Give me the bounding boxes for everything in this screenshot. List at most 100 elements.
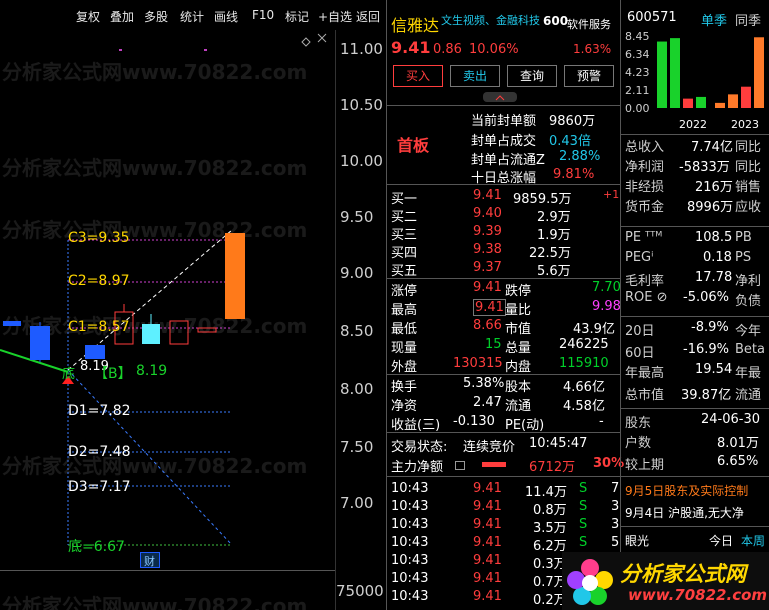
- news-item[interactable]: 9月4日 沪股通,无大净: [625, 504, 744, 521]
- fin-label: ROE ⊘: [625, 290, 668, 305]
- collapse-toggle[interactable]: [483, 92, 517, 102]
- fin-label: 年最高: [625, 366, 665, 381]
- divider: [621, 408, 769, 409]
- bid-row[interactable]: 买一 9.41 9859.5万 +1: [387, 188, 621, 207]
- stat-value: 9.41: [473, 299, 506, 316]
- fin-row: 净利润 -5833万 同比: [621, 156, 769, 176]
- toolbar-f10[interactable]: F10: [252, 8, 274, 22]
- tab-today[interactable]: 今日: [709, 532, 733, 549]
- toolbar-multi-stock[interactable]: 多股: [144, 8, 168, 25]
- tick-count: 7: [611, 481, 620, 496]
- tick-price: 9.41: [473, 553, 502, 568]
- stock-name[interactable]: 信雅达: [391, 12, 439, 36]
- sell-button[interactable]: 卖出: [450, 65, 500, 87]
- bid-row[interactable]: 买二 9.40 2.9万: [387, 206, 621, 225]
- divider: [387, 184, 621, 185]
- trade-time: 10:45:47: [529, 436, 588, 451]
- fin-label: 总市值: [625, 388, 665, 403]
- stat-row: 现量 15 总量 246225: [387, 337, 621, 356]
- candle: [169, 320, 189, 345]
- alert-button[interactable]: 预警: [564, 65, 614, 87]
- stat-label: 收益(三): [391, 418, 441, 433]
- finance-marker[interactable]: 财: [140, 552, 160, 568]
- quarter-bar: [683, 98, 693, 108]
- stat-label: 涨停: [391, 284, 418, 299]
- toolbar-back[interactable]: 返回: [356, 8, 380, 25]
- fin-label: 销售: [735, 180, 762, 195]
- toolbar-add-watchlist[interactable]: +自选: [318, 8, 352, 25]
- divider: [621, 316, 769, 317]
- fin-row: 20日 -8.9% 今年: [621, 320, 769, 340]
- bid-row[interactable]: 买三 9.39 1.9万: [387, 224, 621, 243]
- holder-row: 股东 24-06-30: [621, 412, 769, 432]
- fin-row: PE ᵀᵀᴹ 108.5 PB: [621, 230, 769, 250]
- tick-time: 10:43: [391, 499, 429, 514]
- bid-label: 买四: [391, 246, 418, 261]
- tick-price: 9.41: [473, 535, 502, 550]
- bid-row[interactable]: 买五 9.37 5.6万: [387, 260, 621, 279]
- tab-same-quarter[interactable]: 同季: [735, 10, 761, 29]
- price-change: 0.86: [433, 42, 462, 57]
- stat-value: 15: [485, 337, 502, 352]
- divider: [387, 432, 621, 433]
- fin-label: 今年: [735, 324, 762, 339]
- fin-value: 108.5: [695, 230, 733, 245]
- toolbar-fuquan[interactable]: 复权: [76, 8, 100, 25]
- tick-side: S: [579, 481, 588, 496]
- divider: [621, 526, 769, 527]
- tick-count: 3: [611, 517, 620, 532]
- stat-row: 最低 8.66 市值 43.9亿: [387, 318, 621, 337]
- bid-label: 买二: [391, 210, 418, 225]
- fin-value: -5.06%: [683, 290, 729, 305]
- holder-row: 户数 8.01万: [621, 432, 769, 452]
- stat-label: 总量: [505, 341, 532, 356]
- kline-chart-area[interactable]: 分析家公式网www.70822.com 分析家公式网www.70822.com …: [0, 30, 335, 610]
- fin-value: 17.78: [695, 270, 733, 285]
- main-net-row[interactable]: 主力净额 6712万 30%: [387, 456, 624, 475]
- stat-label: 跌停: [505, 284, 532, 299]
- stat-value: 2.47: [473, 395, 502, 410]
- toolbar-mark[interactable]: 标记: [285, 8, 309, 25]
- toolbar-overlay[interactable]: 叠加: [110, 8, 134, 25]
- candle: [3, 321, 21, 326]
- quarter-bar: [728, 94, 738, 108]
- concept-tags[interactable]: 文生视频、金融科技: [441, 12, 540, 28]
- fin-row: 货币金 8996万 应收: [621, 196, 769, 216]
- tick-volume: 3.5万: [533, 521, 567, 536]
- fin-value: 39.87亿: [681, 388, 732, 403]
- seal-label: 封单占成交: [471, 134, 537, 149]
- tick-price: 9.41: [473, 481, 502, 496]
- buy-button[interactable]: 买入: [393, 65, 443, 87]
- fin-label: PB: [735, 230, 752, 245]
- list-icon: [455, 461, 465, 470]
- bid-row[interactable]: 买四 9.38 22.5万: [387, 242, 621, 261]
- bar-chart-xlabel: 2022: [679, 118, 707, 131]
- news-item[interactable]: 9月5日股东及实际控制: [625, 482, 748, 499]
- main-net-value: 6712万: [529, 460, 576, 475]
- toolbar-draw-line[interactable]: 画线: [214, 8, 238, 25]
- logo-text: 分析家公式网: [620, 562, 746, 586]
- bid-price: 9.41: [473, 188, 502, 203]
- tab-week[interactable]: 本周: [741, 532, 765, 549]
- query-button[interactable]: 查询: [507, 65, 557, 87]
- bar-chart-xlabel: 2023: [731, 118, 759, 131]
- tab-quarter[interactable]: 单季: [701, 10, 727, 29]
- sector-tag[interactable]: 软件服务: [567, 16, 611, 32]
- divider: [387, 476, 621, 477]
- stat-value: 4.58亿: [563, 399, 605, 414]
- stat-label: 最低: [391, 322, 418, 337]
- fin-label: 净利润: [625, 160, 665, 175]
- stat-value: 246225: [559, 337, 609, 352]
- seal-value: 9860万: [549, 114, 596, 129]
- buy-signal-tag: 【B】: [94, 366, 132, 382]
- trade-status-label: 交易状态:: [391, 440, 448, 455]
- marker-dot: [204, 49, 207, 51]
- toolbar-statistics[interactable]: 统计: [180, 8, 204, 25]
- stat-label: PE(动): [505, 418, 545, 433]
- divider: [387, 278, 621, 279]
- flower-logo-icon: [567, 559, 613, 605]
- price-axis: 11.00 10.50 10.00 9.50 9.00 8.50 8.00 7.…: [335, 30, 385, 610]
- stat-row: 最高 9.41 量比 9.98: [387, 299, 621, 318]
- bar-chart-ylabel: 4.23: [625, 66, 650, 79]
- tick-time: 10:43: [391, 553, 429, 568]
